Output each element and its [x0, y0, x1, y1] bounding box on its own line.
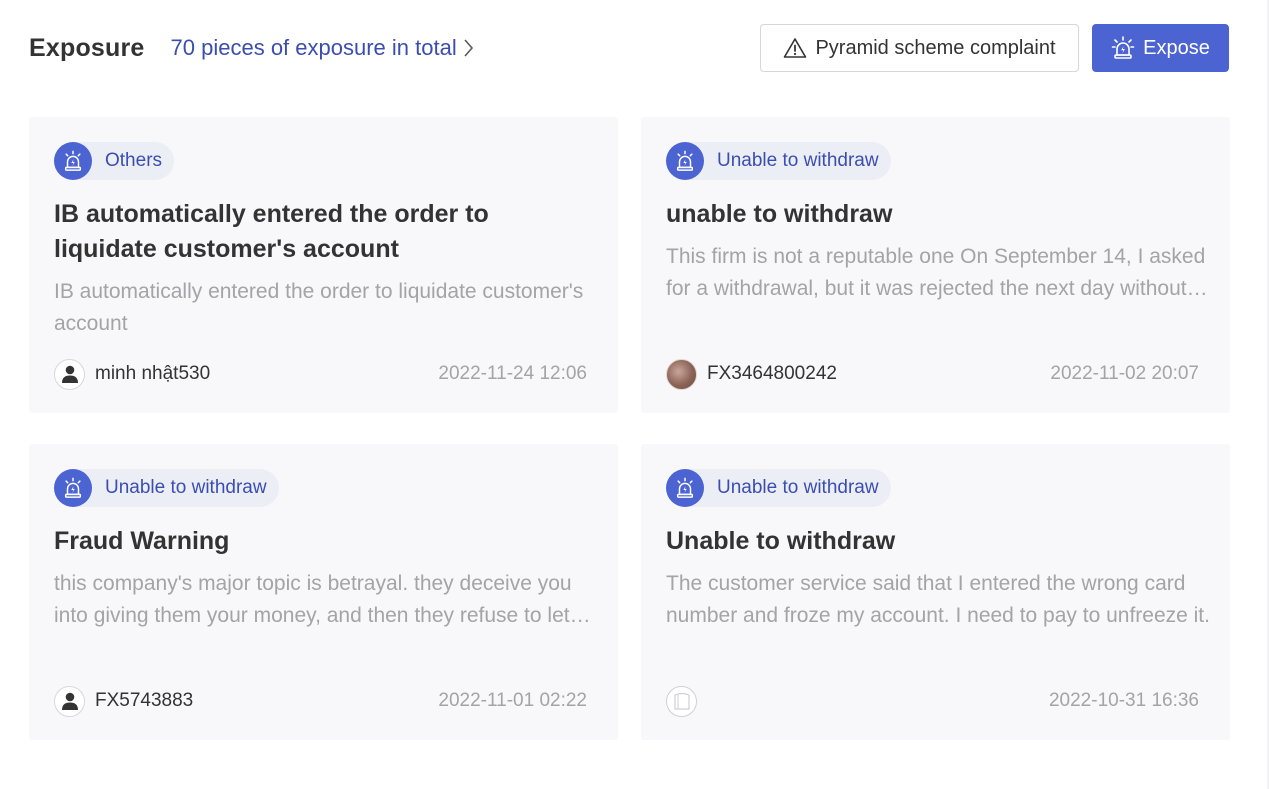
alarm-siren-icon — [666, 469, 704, 507]
card-title[interactable]: IB automatically entered the order to li… — [54, 197, 594, 267]
warning-triangle-icon — [783, 37, 807, 59]
card-footer: 2022-10-31 16:36 — [666, 685, 1199, 717]
card-description: The customer service said that I entered… — [666, 572, 1210, 627]
header-actions: Pyramid scheme complaint Expose — [760, 24, 1229, 72]
post-date: 2022-11-24 12:06 — [438, 363, 587, 384]
pyramid-scheme-complaint-label: Pyramid scheme complaint — [815, 36, 1056, 59]
card-footer: FX3464800242 2022-11-02 20:07 — [666, 358, 1199, 390]
pyramid-scheme-complaint-button[interactable]: Pyramid scheme complaint — [760, 24, 1079, 72]
category-tag-label: Unable to withdraw — [717, 477, 879, 498]
exposure-header: Exposure 70 pieces of exposure in total … — [29, 24, 1229, 72]
expose-button-label: Expose — [1143, 36, 1210, 59]
card-description: this company's major topic is betrayal. … — [54, 572, 572, 627]
category-tag-label: Unable to withdraw — [105, 477, 267, 498]
blank-avatar-icon — [673, 692, 690, 710]
card-title[interactable]: Fraud Warning — [54, 524, 594, 559]
alarm-siren-icon — [54, 142, 92, 180]
card-title[interactable]: unable to withdraw — [666, 197, 1206, 232]
category-tag: Unable to withdraw — [666, 142, 891, 180]
expose-button[interactable]: Expose — [1092, 24, 1229, 72]
post-date: 2022-11-01 02:22 — [438, 690, 587, 711]
category-tag: Others — [54, 142, 175, 180]
total-exposure-link-label: 70 pieces of exposure in total — [170, 35, 457, 60]
exposure-card[interactable]: Unable to withdraw Fraud Warning this co… — [29, 444, 618, 740]
default-user-icon — [61, 365, 78, 383]
post-date: 2022-10-31 16:36 — [1048, 690, 1199, 711]
avatar — [54, 358, 85, 390]
exposure-card[interactable]: Unable to withdraw Unable to withdraw Th… — [641, 444, 1230, 740]
username: FX3464800242 — [707, 363, 837, 384]
card-description: IB automatically entered the order to li… — [54, 280, 584, 335]
avatar — [666, 358, 697, 390]
page-title: Exposure — [29, 33, 145, 62]
exposure-page: Exposure 70 pieces of exposure in total … — [0, 0, 1269, 789]
card-description: This firm is not a reputable one On Sept… — [666, 245, 1206, 300]
avatar — [666, 685, 697, 717]
category-tag: Unable to withdraw — [666, 469, 891, 507]
card-footer: FX5743883 2022-11-01 02:22 — [54, 685, 587, 717]
chevron-right-icon — [463, 38, 474, 58]
category-tag-label: Unable to withdraw — [717, 150, 879, 171]
exposure-card[interactable]: Unable to withdraw unable to withdraw Th… — [641, 117, 1230, 413]
card-footer: minh nhật530 2022-11-24 12:06 — [54, 358, 587, 390]
alarm-siren-icon — [666, 142, 704, 180]
alarm-siren-icon — [1111, 36, 1135, 60]
category-tag-label: Others — [105, 150, 163, 171]
alarm-siren-icon — [54, 469, 92, 507]
username: minh nhật530 — [95, 363, 211, 384]
total-exposure-link[interactable]: 70 pieces of exposure in total — [171, 35, 474, 61]
card-title[interactable]: Unable to withdraw — [666, 524, 1206, 559]
username: FX5743883 — [95, 690, 194, 711]
default-user-icon — [61, 692, 78, 710]
category-tag: Unable to withdraw — [54, 469, 279, 507]
post-date: 2022-11-02 20:07 — [1050, 363, 1199, 384]
avatar — [54, 685, 85, 717]
exposure-card[interactable]: Others IB automatically entered the orde… — [29, 117, 618, 413]
